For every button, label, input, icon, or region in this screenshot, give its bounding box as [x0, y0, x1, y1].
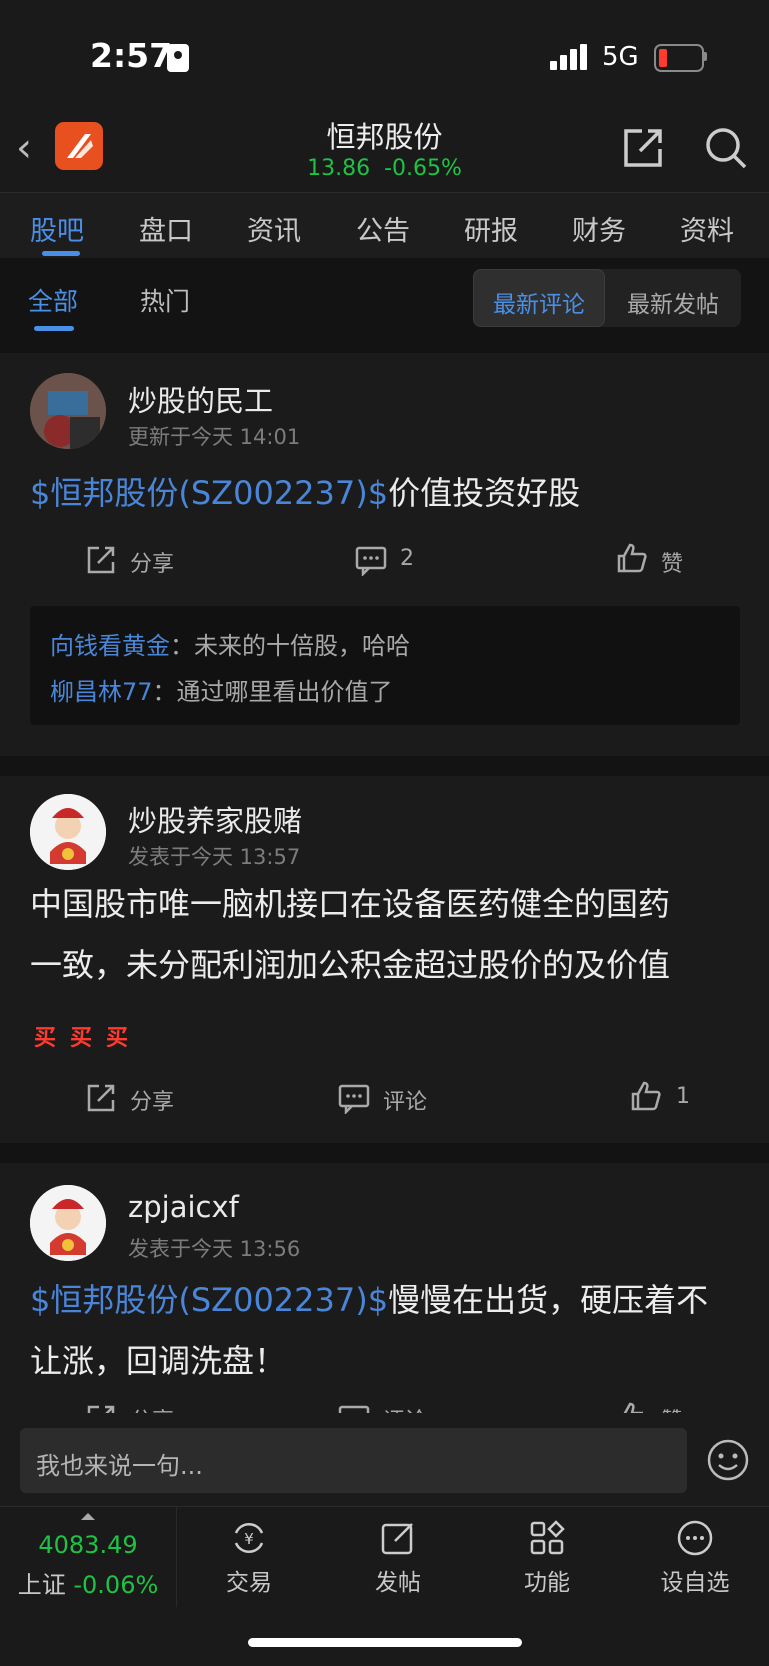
grid-icon — [530, 1520, 565, 1555]
share-icon[interactable] — [85, 1082, 117, 1114]
tab-pankou[interactable]: 盘口 — [139, 209, 193, 248]
edit-icon — [381, 1523, 413, 1555]
comment-count[interactable]: 2 — [400, 546, 414, 571]
sort-latest-post[interactable]: 最新发帖 — [627, 285, 719, 319]
post-time: 更新于今天 14:01 — [128, 425, 301, 449]
like-label[interactable]: 赞 — [661, 546, 683, 578]
subtab-hot[interactable]: 热门 — [140, 282, 190, 318]
status-bar: 2:57 5G — [0, 0, 769, 100]
sort-latest-comment[interactable]: 最新评论 — [493, 285, 585, 319]
index-ticker[interactable]: 4083.49 上证 -0.06% — [0, 1507, 177, 1607]
nav-watchlist[interactable]: 设自选 — [640, 1519, 750, 1597]
post-username[interactable]: 炒股养家股赌 — [128, 798, 302, 840]
status-time: 2:57 — [90, 36, 173, 75]
stock-link[interactable]: $恒邦股份(SZ002237)$ — [30, 474, 388, 512]
commenter-name[interactable]: 柳昌林77 — [50, 678, 153, 706]
stock-link[interactable]: $恒邦股份(SZ002237)$ — [30, 1281, 388, 1319]
share-icon[interactable] — [85, 1403, 117, 1413]
index-value: 4083.49 — [38, 1531, 138, 1559]
post-username[interactable]: zpjaicxf — [128, 1190, 239, 1224]
subtab-underline — [34, 326, 74, 331]
home-indicator[interactable] — [248, 1638, 522, 1647]
avatar[interactable] — [30, 373, 106, 449]
contact-card-icon — [167, 44, 189, 72]
like-icon[interactable] — [616, 542, 648, 574]
like-icon[interactable] — [616, 1401, 648, 1413]
share-label[interactable]: 分享 — [130, 1084, 174, 1116]
tab-profile[interactable]: 资料 — [680, 209, 734, 248]
like-icon[interactable] — [630, 1080, 662, 1112]
trade-icon: ¥ — [234, 1523, 264, 1553]
nav-post[interactable]: 发帖 — [343, 1519, 453, 1597]
tab-guba[interactable]: 股吧 — [30, 209, 84, 248]
emoji-icon[interactable] — [706, 1438, 750, 1482]
svg-text:¥: ¥ — [244, 1530, 254, 1548]
index-name: 上证 — [17, 1571, 66, 1599]
tab-news[interactable]: 资讯 — [247, 209, 301, 248]
tab-announcements[interactable]: 公告 — [356, 209, 410, 248]
post-card[interactable]: zpjaicxf 发表于今天 13:56 $恒邦股份(SZ002237)$慢慢在… — [0, 1163, 769, 1413]
index-change: -0.06% — [73, 1571, 159, 1599]
commenter-name[interactable]: 向钱看黄金 — [50, 632, 170, 660]
buy-emoji: 买 — [106, 1026, 129, 1051]
tab-finance[interactable]: 财务 — [572, 209, 626, 248]
stock-change: -0.65% — [384, 156, 462, 181]
more-icon — [677, 1520, 713, 1556]
comment-icon[interactable] — [338, 1082, 370, 1114]
sub-tabs: 全部 热门 最新评论 最新发帖 — [0, 258, 769, 340]
comment-label[interactable]: 评论 — [383, 1084, 427, 1116]
battery-icon — [654, 44, 704, 72]
share-icon[interactable] — [620, 125, 666, 171]
comment-bar: 我也来说一句... — [0, 1413, 769, 1506]
post-content[interactable]: 中国股市唯一脑机接口在设备医药健全的国药 一致，未分配利润加公积金超过股价的及价… — [30, 874, 742, 996]
stock-price: 13.86 — [307, 156, 371, 181]
index-line: 上证 -0.06% — [0, 1565, 176, 1600]
comment-preview[interactable]: 向钱看黄金：未来的十倍股，哈哈 柳昌林77：通过哪里看出价值了 — [30, 606, 740, 725]
post-time: 发表于今天 13:57 — [128, 845, 301, 869]
share-icon[interactable] — [85, 544, 117, 576]
main-tabs: 股吧 盘口 资讯 公告 研报 财务 资料 — [0, 192, 769, 259]
nav-functions[interactable]: 功能 — [492, 1519, 602, 1597]
sort-segment: 最新评论 最新发帖 — [473, 269, 741, 327]
buy-emoji: 买 — [34, 1026, 57, 1051]
avatar[interactable] — [30, 1185, 106, 1261]
comment-icon[interactable] — [355, 544, 387, 576]
post-content[interactable]: $恒邦股份(SZ002237)$价值投资好股 — [30, 463, 742, 524]
post-content[interactable]: $恒邦股份(SZ002237)$慢慢在出货，硬压着不 让涨，回调洗盘！ — [30, 1270, 742, 1392]
comment-label[interactable]: 评论 — [383, 1403, 427, 1413]
avatar[interactable] — [30, 794, 106, 870]
like-count[interactable]: 1 — [676, 1084, 690, 1109]
stock-header: ‹ 恒邦股份 13.86 -0.65% — [0, 100, 769, 192]
comment-input[interactable]: 我也来说一句... — [20, 1428, 687, 1493]
share-label[interactable]: 分享 — [130, 1403, 174, 1413]
subtab-all[interactable]: 全部 — [28, 282, 78, 318]
nav-trade[interactable]: ¥ 交易 — [194, 1519, 304, 1597]
tab-underline — [42, 251, 80, 256]
search-icon[interactable] — [703, 125, 749, 171]
post-card[interactable]: 炒股养家股赌 发表于今天 13:57 中国股市唯一脑机接口在设备医药健全的国药 … — [0, 776, 769, 1143]
tab-research[interactable]: 研报 — [464, 209, 518, 248]
share-label[interactable]: 分享 — [130, 546, 174, 578]
post-card[interactable]: 炒股的民工 更新于今天 14:01 $恒邦股份(SZ002237)$价值投资好股… — [0, 353, 769, 756]
buy-emoji: 买 — [70, 1026, 93, 1051]
like-label[interactable]: 赞 — [661, 1403, 683, 1413]
caret-up-icon — [81, 1513, 95, 1520]
post-time: 发表于今天 13:56 — [128, 1237, 301, 1261]
comment-line: 向钱看黄金：未来的十倍股，哈哈 — [50, 632, 410, 660]
comment-line: 柳昌林77：通过哪里看出价值了 — [50, 678, 393, 706]
post-username[interactable]: 炒股的民工 — [128, 378, 273, 420]
network-type: 5G — [602, 42, 639, 72]
battery-cap — [704, 52, 707, 61]
signal-icon — [550, 44, 588, 70]
comment-icon[interactable] — [338, 1403, 370, 1413]
